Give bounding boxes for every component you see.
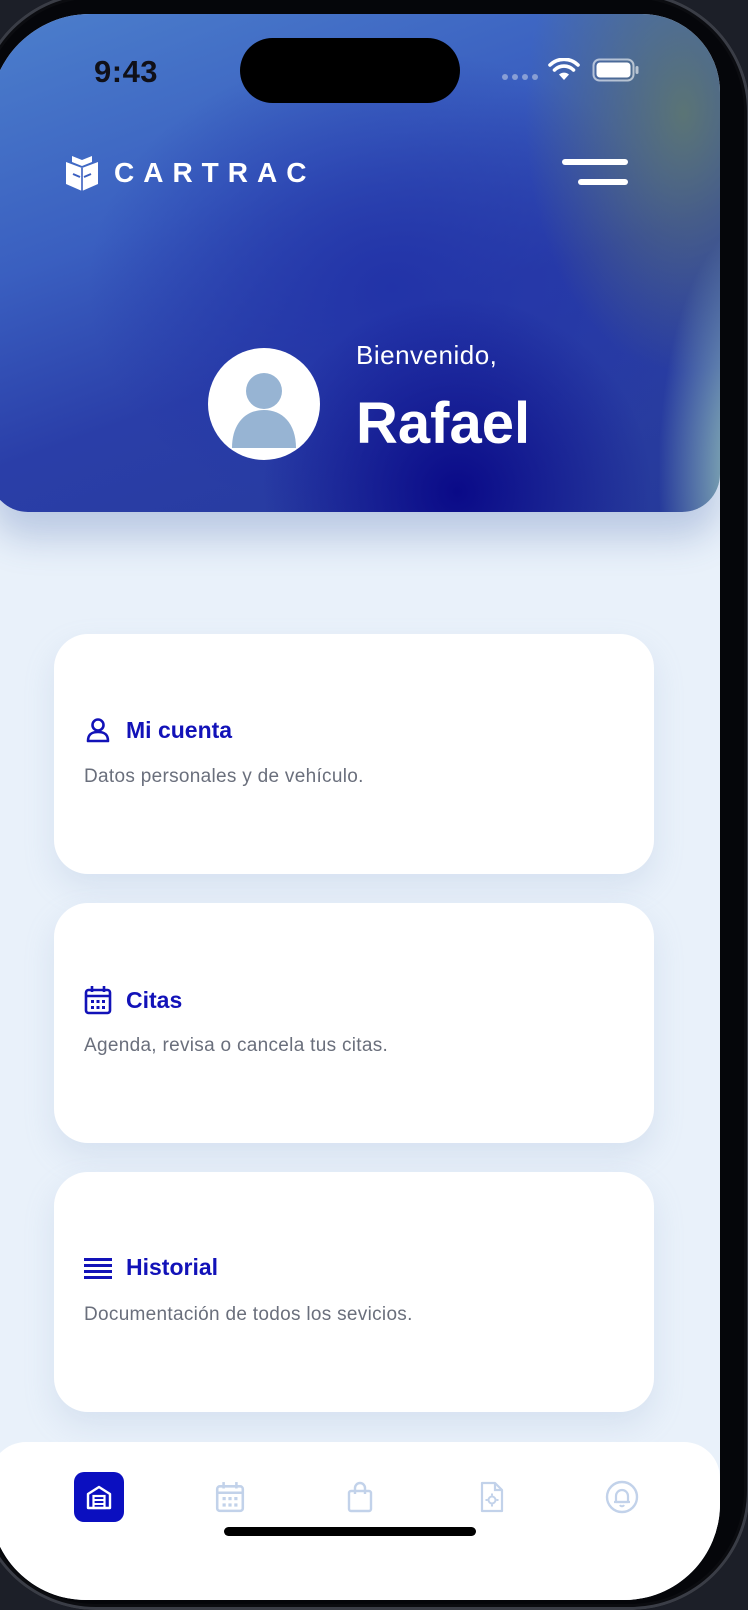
card-title: Citas bbox=[126, 986, 183, 1013]
card-description: Agenda, revisa o cancela tus citas. bbox=[84, 1035, 389, 1056]
menu-button[interactable] bbox=[560, 157, 628, 197]
card-description: Documentación de todos los sevicios. bbox=[84, 1304, 413, 1325]
user-icon bbox=[86, 718, 110, 743]
card-mi-cuenta[interactable]: Mi cuenta Datos personales y de vehículo… bbox=[54, 634, 654, 874]
tab-bar bbox=[0, 1442, 720, 1600]
home-indicator[interactable] bbox=[224, 1527, 476, 1536]
welcome-label: Bienvenido, bbox=[356, 340, 498, 370]
brand-logo: CARTRAC bbox=[64, 154, 315, 192]
battery-icon bbox=[592, 58, 639, 82]
card-historial[interactable]: Historial Documentación de todos los sev… bbox=[54, 1172, 654, 1412]
status-time: 9:43 bbox=[94, 54, 159, 89]
app-screen: 9:43 CARTRAC Bienvenido, Rafael Mi cuent… bbox=[0, 14, 720, 1600]
card-citas[interactable]: Citas Agenda, revisa o cancela tus citas… bbox=[54, 903, 654, 1143]
shopping-bag-icon bbox=[347, 1481, 373, 1513]
card-header: Historial bbox=[84, 1254, 218, 1281]
calendar-icon bbox=[84, 986, 112, 1015]
home-icon bbox=[86, 1485, 112, 1510]
card-header: Citas bbox=[84, 985, 182, 1015]
card-description: Datos personales y de vehículo. bbox=[84, 766, 364, 787]
cellular-signal-icon bbox=[502, 74, 538, 80]
menu-line-top bbox=[562, 159, 628, 165]
user-avatar-icon bbox=[232, 373, 296, 448]
brand-name: CARTRAC bbox=[114, 157, 316, 188]
user-name: Rafael bbox=[356, 391, 531, 456]
header-banner: 9:43 CARTRAC Bienvenido, Rafael bbox=[0, 14, 720, 512]
card-title: Historial bbox=[126, 1254, 219, 1280]
tab-home[interactable] bbox=[74, 1472, 124, 1522]
tab-documents[interactable] bbox=[467, 1472, 517, 1522]
logo-icon bbox=[66, 156, 98, 191]
card-header: Mi cuenta bbox=[84, 716, 232, 744]
wifi-icon bbox=[548, 58, 580, 80]
dynamic-island bbox=[240, 38, 460, 103]
card-title: Mi cuenta bbox=[126, 716, 233, 743]
list-icon bbox=[84, 1257, 112, 1279]
tab-notifications[interactable] bbox=[597, 1472, 647, 1522]
avatar[interactable] bbox=[208, 348, 320, 460]
bell-icon bbox=[605, 1480, 639, 1514]
tab-appointments[interactable] bbox=[205, 1472, 255, 1522]
document-settings-icon bbox=[480, 1481, 504, 1513]
menu-line-bottom bbox=[578, 179, 628, 185]
tab-shop[interactable] bbox=[335, 1472, 385, 1522]
calendar-icon bbox=[215, 1482, 245, 1513]
